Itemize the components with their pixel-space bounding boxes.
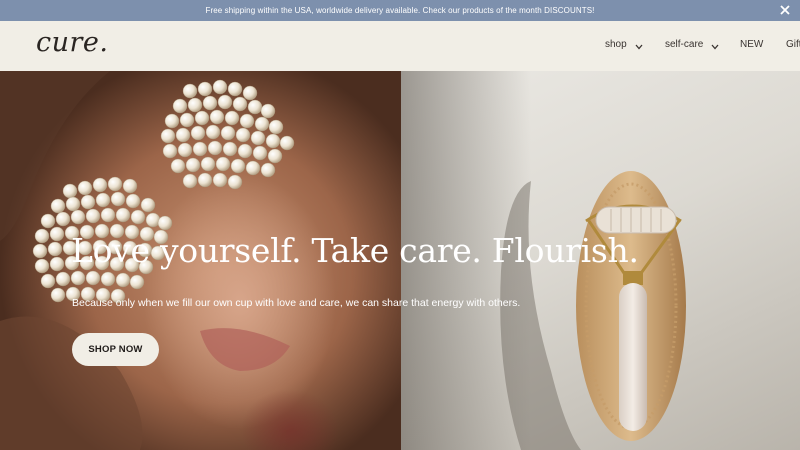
hero-subline: Because only when we fill our own cup wi… (72, 297, 521, 309)
chevron-down-icon (711, 42, 719, 49)
main-nav: shop self-care NEW Gift (0, 39, 800, 53)
nav-item-label: Gift (786, 39, 800, 50)
announcement-text: Free shipping within the USA, worldwide … (205, 6, 595, 15)
nav-item-shop[interactable]: shop (605, 39, 643, 50)
announcement-bar: Free shipping within the USA, worldwide … (0, 0, 800, 21)
nav-item-self-care[interactable]: self-care (665, 39, 719, 50)
hero-headline: Love yourself. Take care. Flourish. (71, 231, 639, 270)
site-header: cure. shop self-care NEW Gift (0, 21, 800, 71)
close-icon[interactable] (778, 3, 792, 17)
nav-item-label: shop (605, 39, 627, 50)
nav-item-label: NEW (740, 39, 764, 50)
hero-banner: Love yourself. Take care. Flourish. Beca… (0, 71, 800, 450)
nav-item-new[interactable]: NEW (740, 39, 763, 50)
chevron-down-icon (635, 42, 643, 49)
nav-item-gift[interactable]: Gift (786, 39, 800, 50)
nav-item-label: self-care (665, 39, 704, 50)
shop-now-button[interactable]: SHOP NOW (72, 333, 159, 366)
